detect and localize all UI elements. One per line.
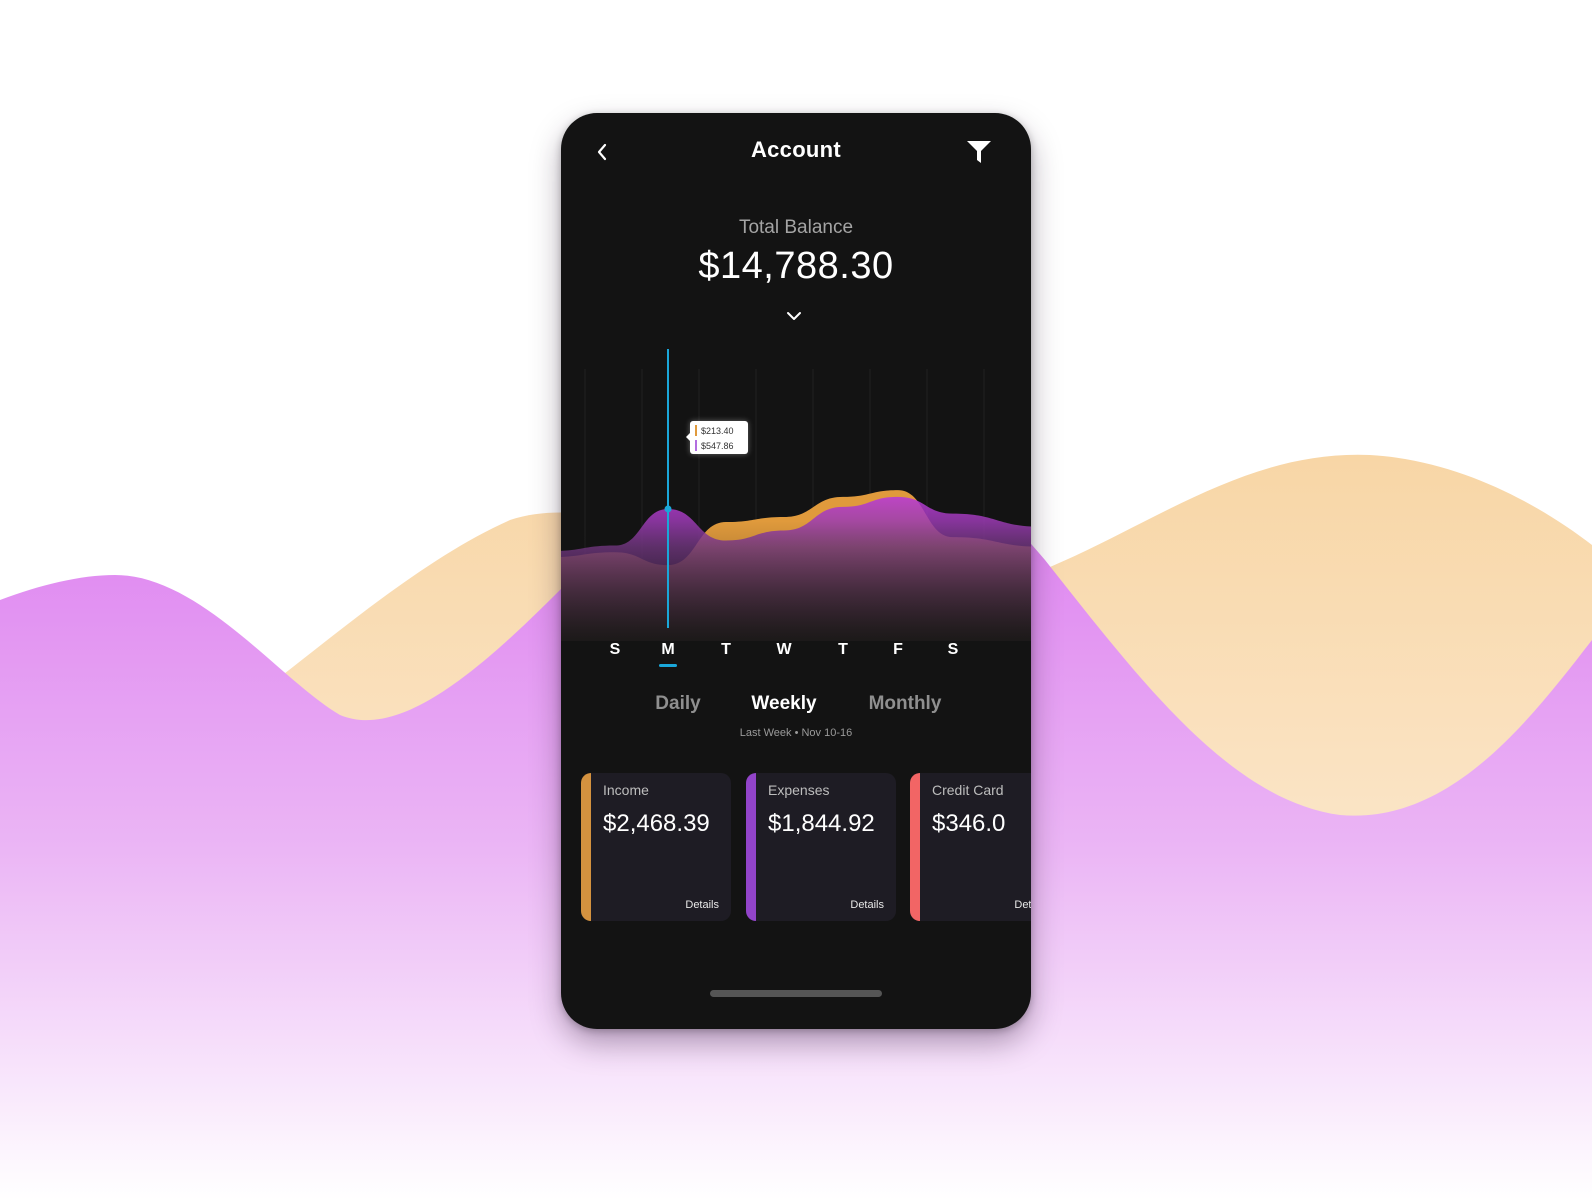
chart-tooltip: $213.40 $547.86 — [686, 421, 748, 454]
chart-bottom-fade — [561, 521, 1031, 641]
summary-cards: Income $2,468.39 Details Expenses $1,844… — [581, 773, 1031, 923]
day-tuesday[interactable]: T — [711, 641, 741, 659]
total-balance-value: $14,788.30 — [698, 245, 894, 287]
tooltip-income-value: $213.40 — [701, 425, 734, 436]
expenses-card[interactable]: Expenses $1,844.92 Details — [746, 773, 896, 921]
filter-button[interactable] — [965, 138, 993, 166]
date-range-label: Last Week • Nov 10-16 — [739, 727, 853, 739]
day-selector: S M T W T F S — [561, 641, 1031, 671]
tab-daily[interactable]: Daily — [655, 693, 700, 715]
expenses-amount: $1,844.92 — [768, 810, 875, 837]
day-friday[interactable]: F — [883, 641, 913, 659]
total-balance-label: Total Balance — [738, 217, 854, 238]
filter-funnel-icon — [967, 141, 991, 163]
income-color-stripe — [581, 773, 591, 921]
income-card[interactable]: Income $2,468.39 Details — [581, 773, 731, 921]
tab-weekly[interactable]: Weekly — [751, 693, 816, 715]
tooltip-income-row: $213.40 — [695, 424, 734, 437]
day-monday[interactable]: M — [653, 641, 683, 667]
home-indicator[interactable] — [710, 990, 882, 997]
weekly-area-chart[interactable] — [561, 341, 1031, 641]
expenses-swatch — [695, 440, 697, 451]
day-thursday[interactable]: T — [828, 641, 858, 659]
expand-balance-button[interactable] — [780, 306, 808, 326]
expenses-details-link[interactable]: Details — [850, 899, 884, 911]
expenses-label: Expenses — [768, 782, 830, 798]
income-amount: $2,468.39 — [603, 810, 710, 837]
chevron-down-icon — [787, 312, 801, 320]
credit-card-details-link[interactable]: Details — [1014, 899, 1031, 911]
page-title: Account — [750, 137, 842, 162]
credit-card-color-stripe — [910, 773, 920, 921]
credit-card-card[interactable]: Credit Card $346.0 Details — [910, 773, 1031, 921]
income-label: Income — [603, 782, 649, 798]
chart-cursor-point[interactable] — [664, 505, 672, 513]
period-tabs: Daily Weekly Monthly — [561, 693, 1031, 723]
tooltip-expenses-row: $547.86 — [695, 439, 734, 452]
income-swatch — [695, 425, 697, 436]
phone-screen: Account Total Balance $14,788.30 $213.40… — [561, 113, 1031, 1029]
income-details-link[interactable]: Details — [685, 899, 719, 911]
header: Account — [561, 113, 1031, 193]
day-saturday[interactable]: S — [938, 641, 968, 659]
tooltip-expenses-value: $547.86 — [701, 440, 734, 451]
expenses-color-stripe — [746, 773, 756, 921]
credit-card-amount: $346.0 — [932, 810, 1006, 837]
day-wednesday[interactable]: W — [769, 641, 799, 659]
tab-monthly[interactable]: Monthly — [869, 693, 942, 715]
credit-card-label: Credit Card — [932, 782, 1004, 798]
day-sunday[interactable]: S — [600, 641, 630, 659]
